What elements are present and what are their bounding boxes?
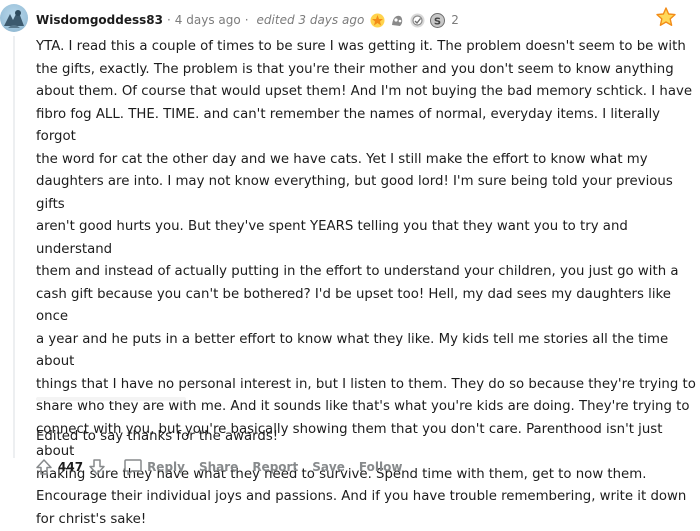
reply-button[interactable]: Reply	[123, 458, 185, 476]
comment-line: fibro fog ALL. THE. TIME. and can't reme…	[36, 104, 696, 149]
comment-bubble-icon	[123, 458, 143, 476]
post-time[interactable]: 4 days ago	[175, 13, 241, 27]
avatar-icon	[0, 4, 28, 32]
edited-time: edited 3 days ago	[257, 13, 365, 27]
comment-line: daughters are into. I may not know every…	[36, 171, 696, 216]
faded-text-artifact	[36, 392, 236, 406]
thread-line[interactable]	[13, 36, 15, 458]
coin-award-icon[interactable]: S	[429, 12, 446, 29]
silver-award-icon[interactable]	[389, 12, 406, 29]
comment-line: for christ's sake!	[36, 509, 696, 531]
separator-dot: ·	[167, 13, 171, 27]
downvote-icon[interactable]	[87, 457, 107, 477]
comment-line: YTA. I read this a couple of times to be…	[36, 36, 696, 59]
edit-note: Edited to say thanks for the awards!	[36, 426, 278, 448]
comment-line: a year and he puts in a better effort to…	[36, 329, 696, 374]
avatar[interactable]	[0, 4, 28, 32]
awards[interactable]: S 2	[369, 12, 459, 29]
comment-line: Encourage their individual joys and pass…	[36, 486, 696, 509]
reply-label: Reply	[147, 460, 185, 474]
comment-line: them and instead of actually putting in …	[36, 261, 696, 284]
comment-line: cash gift because you can't be bothered?…	[36, 284, 696, 329]
svg-text:S: S	[434, 16, 441, 27]
report-button[interactable]: Report	[252, 460, 298, 474]
comment-header: Wisdomgoddess83 · 4 days ago · edited 3 …	[36, 10, 459, 30]
share-button[interactable]: Share	[199, 460, 238, 474]
comment-line: about them. Of course that would upset t…	[36, 81, 696, 104]
separator-dot: ·	[245, 13, 249, 27]
helpful-award-icon[interactable]	[409, 12, 426, 29]
comment-line: the gifts, exactly. The problem is that …	[36, 59, 696, 82]
comment-line: the word for cat the other day and we ha…	[36, 149, 696, 172]
award-count: 2	[451, 13, 459, 27]
save-button[interactable]: Save	[312, 460, 345, 474]
wholesome-award-icon[interactable]	[369, 12, 386, 29]
star-award-icon[interactable]	[655, 6, 677, 28]
comment-actions: 447 Reply Share Report Save Follow	[34, 456, 402, 478]
upvote-icon[interactable]	[34, 457, 54, 477]
follow-button[interactable]: Follow	[359, 460, 403, 474]
username[interactable]: Wisdomgoddess83	[36, 13, 163, 27]
comment-line: aren't good hurts you. But they've spent…	[36, 216, 696, 261]
vote-score: 447	[58, 460, 83, 474]
